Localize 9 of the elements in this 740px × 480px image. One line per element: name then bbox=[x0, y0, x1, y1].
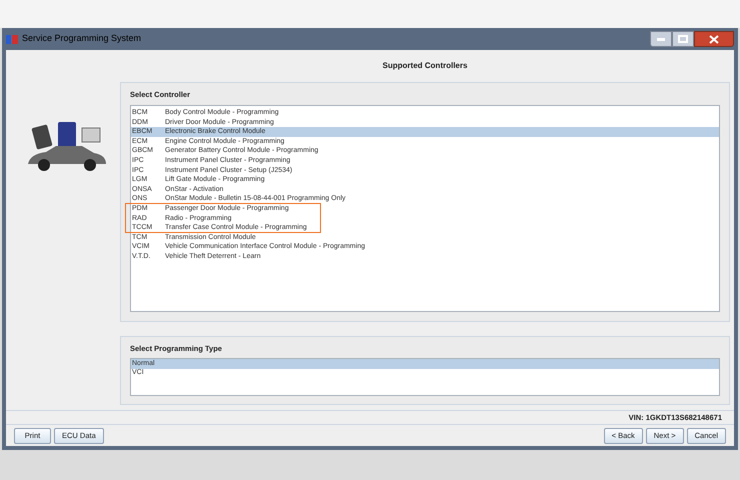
minimize-button[interactable] bbox=[650, 31, 672, 47]
close-button[interactable] bbox=[694, 31, 734, 47]
window-title: Service Programming System bbox=[22, 32, 142, 46]
maximize-button[interactable] bbox=[672, 31, 694, 47]
minimize-icon bbox=[657, 38, 665, 40]
app-icon bbox=[6, 34, 18, 44]
maximize-icon bbox=[678, 35, 688, 43]
page-heading: Supported Controllers bbox=[382, 60, 468, 72]
close-icon bbox=[709, 34, 719, 44]
